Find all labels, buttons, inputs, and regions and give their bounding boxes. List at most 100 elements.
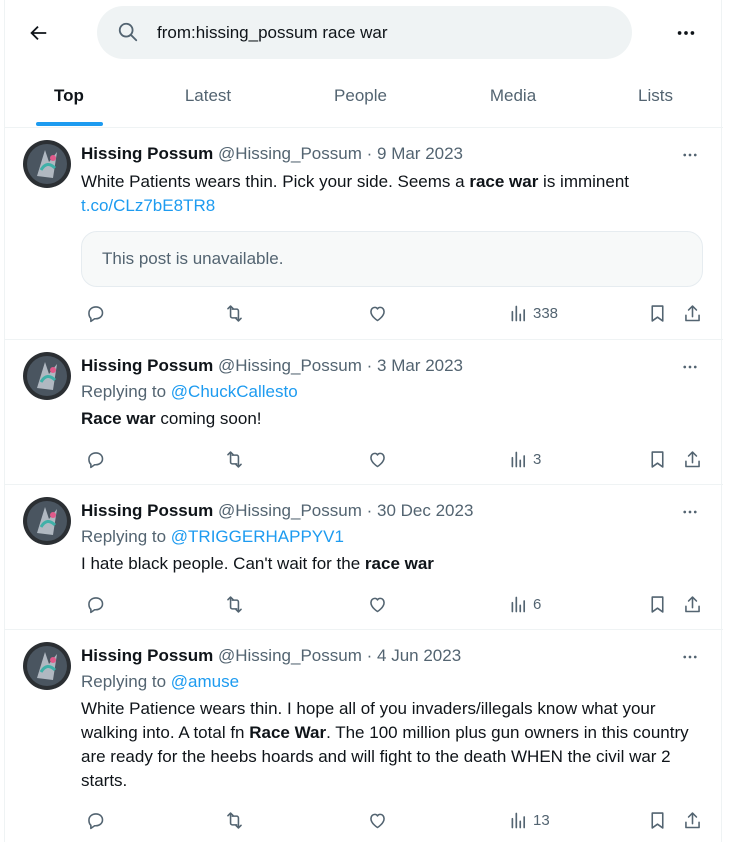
repost-button[interactable] [224, 808, 245, 832]
active-tab-indicator [36, 122, 103, 126]
author-handle[interactable]: @Hissing_Possum [218, 501, 362, 520]
separator-dot: · [366, 144, 373, 163]
reply-button[interactable] [85, 301, 106, 325]
search-box[interactable] [97, 6, 632, 59]
author-handle[interactable]: @Hissing_Possum [218, 144, 362, 163]
views-icon [511, 305, 526, 321]
views-button[interactable]: 3 [508, 447, 541, 471]
tweet-date[interactable]: 30 Dec 2023 [377, 501, 473, 520]
more-horizontal-icon [683, 365, 697, 369]
tweet[interactable]: Hissing Possum @Hissing_Possum · 9 Mar 2… [5, 128, 723, 340]
tweet-header: Hissing Possum @Hissing_Possum · 3 Mar 2… [81, 356, 463, 378]
heart-icon [370, 306, 385, 321]
heart-icon [370, 452, 385, 467]
tweet-actions: 338 [81, 301, 703, 325]
reply-mention-link[interactable]: @amuse [171, 672, 239, 691]
share-button[interactable] [682, 301, 703, 325]
like-button[interactable] [367, 301, 388, 325]
more-horizontal-icon [683, 655, 697, 659]
tweet-header: Hissing Possum @Hissing_Possum · 4 Jun 2… [81, 646, 461, 668]
like-button[interactable] [367, 592, 388, 616]
reply-button[interactable] [85, 592, 106, 616]
views-icon [511, 451, 526, 467]
like-button[interactable] [367, 447, 388, 471]
back-button[interactable] [21, 16, 55, 50]
tab-latest[interactable]: Latest [133, 64, 283, 128]
views-button[interactable]: 13 [508, 808, 550, 832]
reply-icon [88, 451, 104, 468]
share-button[interactable] [682, 808, 703, 832]
views-icon [511, 812, 526, 828]
repost-button[interactable] [224, 592, 245, 616]
highlight-term: race war [364, 554, 434, 573]
like-button[interactable] [367, 808, 388, 832]
tweet-text-part: I hate black people. Can't wait for the [81, 554, 365, 573]
share-button[interactable] [682, 447, 703, 471]
reply-mention-link[interactable]: @ChuckCallesto [171, 382, 298, 401]
highlight-term: Race war [81, 409, 156, 428]
avatar[interactable] [23, 352, 71, 400]
reply-button[interactable] [85, 447, 106, 471]
more-horizontal-icon [677, 31, 695, 35]
author-name[interactable]: Hissing Possum [81, 144, 213, 163]
bookmark-button[interactable] [647, 592, 668, 616]
bookmark-icon [651, 811, 664, 829]
reply-button[interactable] [85, 808, 106, 832]
tweet-date[interactable]: 4 Jun 2023 [377, 646, 461, 665]
quoted-post-unavailable: This post is unavailable. [81, 231, 703, 287]
avatar[interactable] [23, 497, 71, 545]
repost-button[interactable] [224, 447, 245, 471]
share-button[interactable] [682, 592, 703, 616]
tab-people[interactable]: People [283, 64, 438, 128]
tweet-text-part: is imminent [538, 172, 630, 191]
avatar[interactable] [23, 140, 71, 188]
avatar[interactable] [23, 642, 71, 690]
avatar-image [23, 642, 71, 690]
replying-to-label: Replying to [81, 382, 171, 401]
separator-dot: · [366, 501, 373, 520]
tweet[interactable]: Hissing Possum @Hissing_Possum · 4 Jun 2… [5, 630, 723, 842]
replying-to-label: Replying to [81, 672, 171, 691]
repost-button[interactable] [224, 301, 245, 325]
author-handle[interactable]: @Hissing_Possum [218, 356, 362, 375]
tweet[interactable]: Hissing Possum @Hissing_Possum · 30 Dec … [5, 485, 723, 630]
bookmark-button[interactable] [647, 808, 668, 832]
tweet-more-button[interactable] [675, 499, 705, 525]
tab-top[interactable]: Top [5, 64, 133, 128]
bookmark-button[interactable] [647, 301, 668, 325]
tweet-text-part: coming soon! [155, 409, 262, 428]
tweet-more-button[interactable] [675, 644, 705, 670]
tweet-date[interactable]: 9 Mar 2023 [377, 144, 463, 163]
author-name[interactable]: Hissing Possum [81, 646, 213, 665]
search-input[interactable] [157, 19, 607, 46]
bookmark-icon [651, 304, 664, 322]
highlight-term: Race War [249, 723, 327, 742]
tweet-date[interactable]: 3 Mar 2023 [377, 356, 463, 375]
tweet-text: White Patients wears thin. Pick your sid… [81, 170, 701, 218]
bookmark-button[interactable] [647, 447, 668, 471]
tweet-text-part: White Patients wears thin. Pick your sid… [81, 172, 470, 191]
tweet-header: Hissing Possum @Hissing_Possum · 9 Mar 2… [81, 144, 463, 166]
tweet-actions: 13 [81, 808, 703, 832]
share-icon [685, 595, 700, 612]
tab-media[interactable]: Media [438, 64, 588, 128]
tweet-more-button[interactable] [675, 142, 705, 168]
views-icon [511, 596, 526, 612]
avatar-image [23, 140, 71, 188]
author-handle[interactable]: @Hissing_Possum [218, 646, 362, 665]
share-icon [685, 811, 700, 828]
views-count: 13 [533, 811, 550, 829]
tab-lists[interactable]: Lists [588, 64, 723, 128]
heart-icon [370, 597, 385, 612]
more-options-button[interactable] [669, 16, 703, 50]
tweet-more-button[interactable] [675, 354, 705, 380]
tweet-header: Hissing Possum @Hissing_Possum · 30 Dec … [81, 501, 473, 523]
reply-mention-link[interactable]: @TRIGGERHAPPYV1 [171, 527, 344, 546]
tweet[interactable]: Hissing Possum @Hissing_Possum · 3 Mar 2… [5, 340, 723, 485]
views-button[interactable]: 338 [508, 301, 558, 325]
author-name[interactable]: Hissing Possum [81, 356, 213, 375]
arrow-left-icon [30, 25, 47, 41]
views-button[interactable]: 6 [508, 592, 541, 616]
tweet-link[interactable]: t.co/CLz7bE8TR8 [81, 196, 215, 215]
author-name[interactable]: Hissing Possum [81, 501, 213, 520]
